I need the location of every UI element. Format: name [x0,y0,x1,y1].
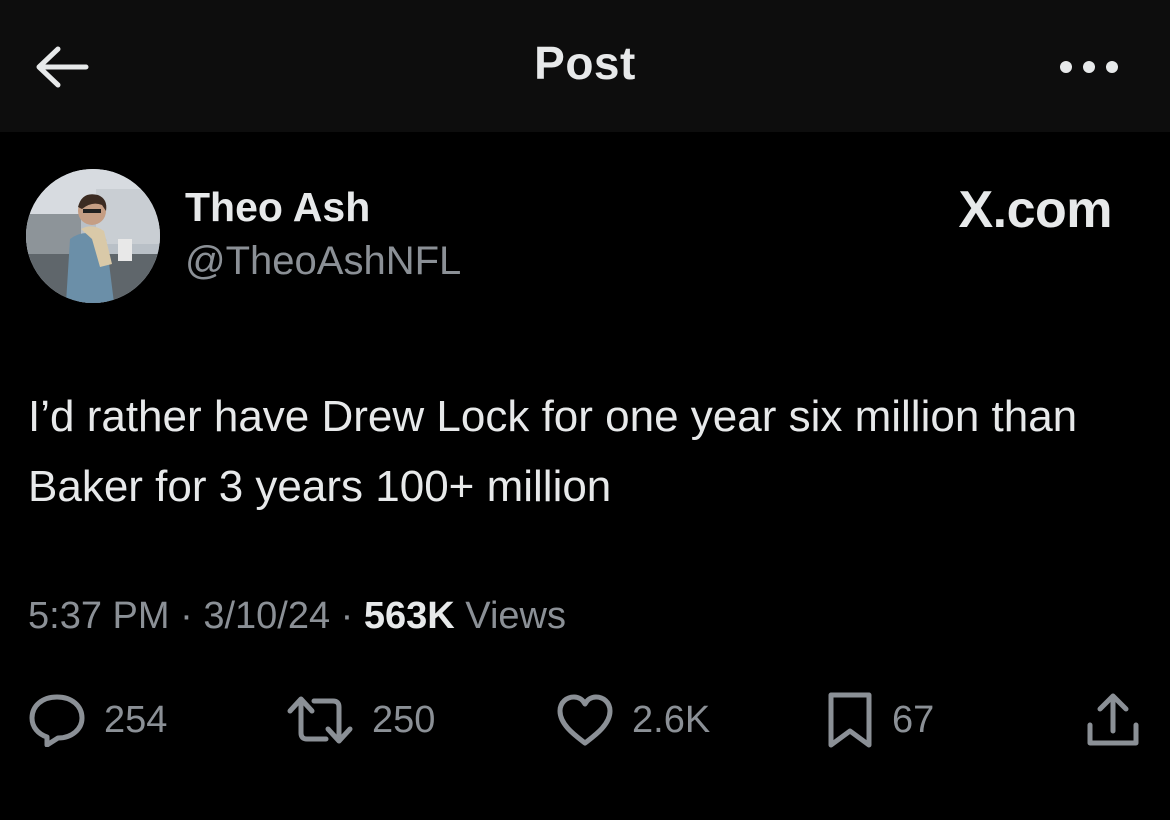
source-watermark: X.com [958,181,1112,239]
repost-icon [287,696,353,744]
action-bar: 254 250 2.6K 67 [0,690,1170,750]
views-label: Views [465,595,566,637]
author-avatar[interactable] [26,169,160,303]
author-name[interactable]: Theo Ash [185,184,370,231]
like-count: 2.6K [632,698,711,741]
reply-count: 254 [104,698,168,741]
heart-icon [557,694,613,746]
views-count: 563K [363,595,455,637]
post-text: I’d rather have Drew Lock for one year s… [28,392,1078,511]
share-icon [1087,693,1139,746]
like-button[interactable]: 2.6K [556,690,710,750]
top-bar: Post [0,0,1170,132]
post-meta: 5:37 PM · 3/10/24 · 563K Views [28,595,566,638]
reply-button[interactable]: 254 [28,690,167,750]
post-time[interactable]: 5:37 PM [28,595,170,637]
author-handle[interactable]: @TheoAshNFL [185,239,461,284]
more-horizontal-icon [1060,61,1118,73]
more-options-button[interactable] [1058,52,1120,82]
repost-button[interactable]: 250 [286,690,435,750]
page-title: Post [534,37,636,89]
bookmark-icon [828,692,872,748]
bookmark-count: 67 [892,698,935,741]
share-button[interactable] [1084,690,1142,750]
reply-icon [29,694,85,747]
post-date[interactable]: 3/10/24 [203,595,330,637]
avatar-photo [26,169,160,303]
bookmark-button[interactable]: 67 [826,690,934,750]
meta-separator: · [340,595,354,637]
repost-count: 250 [372,698,436,741]
meta-separator: · [180,595,193,637]
